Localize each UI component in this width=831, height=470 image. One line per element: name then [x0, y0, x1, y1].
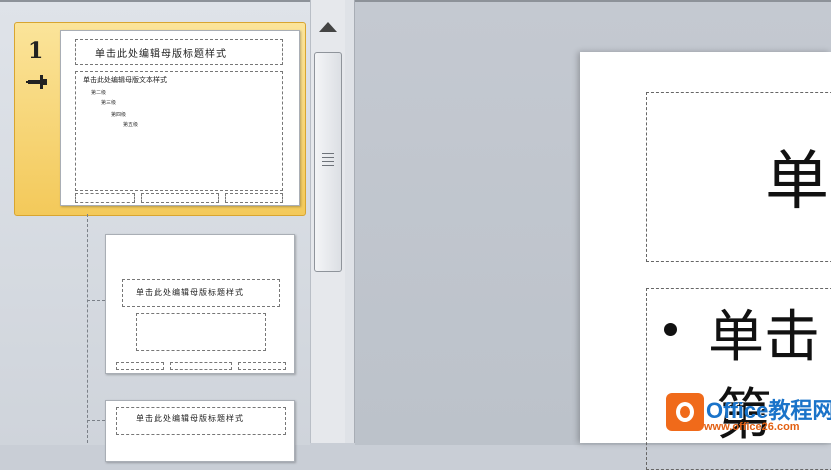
- thumb-level-5: 第五级: [123, 122, 139, 128]
- footer-number-placeholder: [238, 362, 286, 370]
- scroll-up-arrow-icon[interactable]: [319, 22, 337, 32]
- thumbnail-slide-2[interactable]: 单击此处编辑母版标题样式: [105, 234, 295, 374]
- thumb-level-3: 第三级: [101, 100, 117, 106]
- thumb-level-4: 第四级: [111, 112, 127, 118]
- bullet-dot: [664, 323, 677, 336]
- subtitle-placeholder: [136, 313, 266, 351]
- scrollbar-thumb[interactable]: [314, 52, 342, 272]
- office-logo-icon: [666, 393, 704, 431]
- layout-tree-connector: [87, 214, 88, 443]
- slide-number: 1: [28, 38, 44, 64]
- thumb-title-text: 单击此处编辑母版标题样式: [136, 414, 244, 423]
- footer-date-placeholder: [75, 193, 135, 203]
- watermark: Office教程网 www.office26.com: [666, 391, 831, 443]
- thumb-body-text: 单击此处编辑母版文本样式: [83, 76, 167, 84]
- pin-icon: [26, 75, 47, 89]
- thumbnail-slide-1[interactable]: 单击此处编辑母版标题样式 单击此处编辑母版文本样式 第二级 第三级 第四级 第五…: [60, 30, 300, 206]
- watermark-url: www.office26.com: [704, 421, 800, 433]
- body-placeholder: [75, 71, 283, 191]
- main-title-text: 单: [765, 145, 829, 219]
- main-slide-canvas[interactable]: 单: [580, 52, 831, 470]
- layout-tree-branch: [87, 300, 105, 301]
- pane-splitter[interactable]: [345, 0, 355, 443]
- thumbnail-slide-3[interactable]: 单击此处编辑母版标题样式: [105, 400, 295, 462]
- thumb-level-2: 第二级: [91, 90, 107, 96]
- footer-number-placeholder: [225, 193, 283, 203]
- layout-tree-branch: [87, 420, 105, 421]
- thumbnail-scrollbar[interactable]: [310, 0, 346, 443]
- footer-text-placeholder: [170, 362, 232, 370]
- main-body-text: 单击: [708, 305, 820, 370]
- thumb-title-text: 单击此处编辑母版标题样式: [95, 49, 227, 60]
- thumb-title-text: 单击此处编辑母版标题样式: [136, 288, 244, 297]
- footer-date-placeholder: [116, 362, 164, 370]
- footer-text-placeholder: [141, 193, 219, 203]
